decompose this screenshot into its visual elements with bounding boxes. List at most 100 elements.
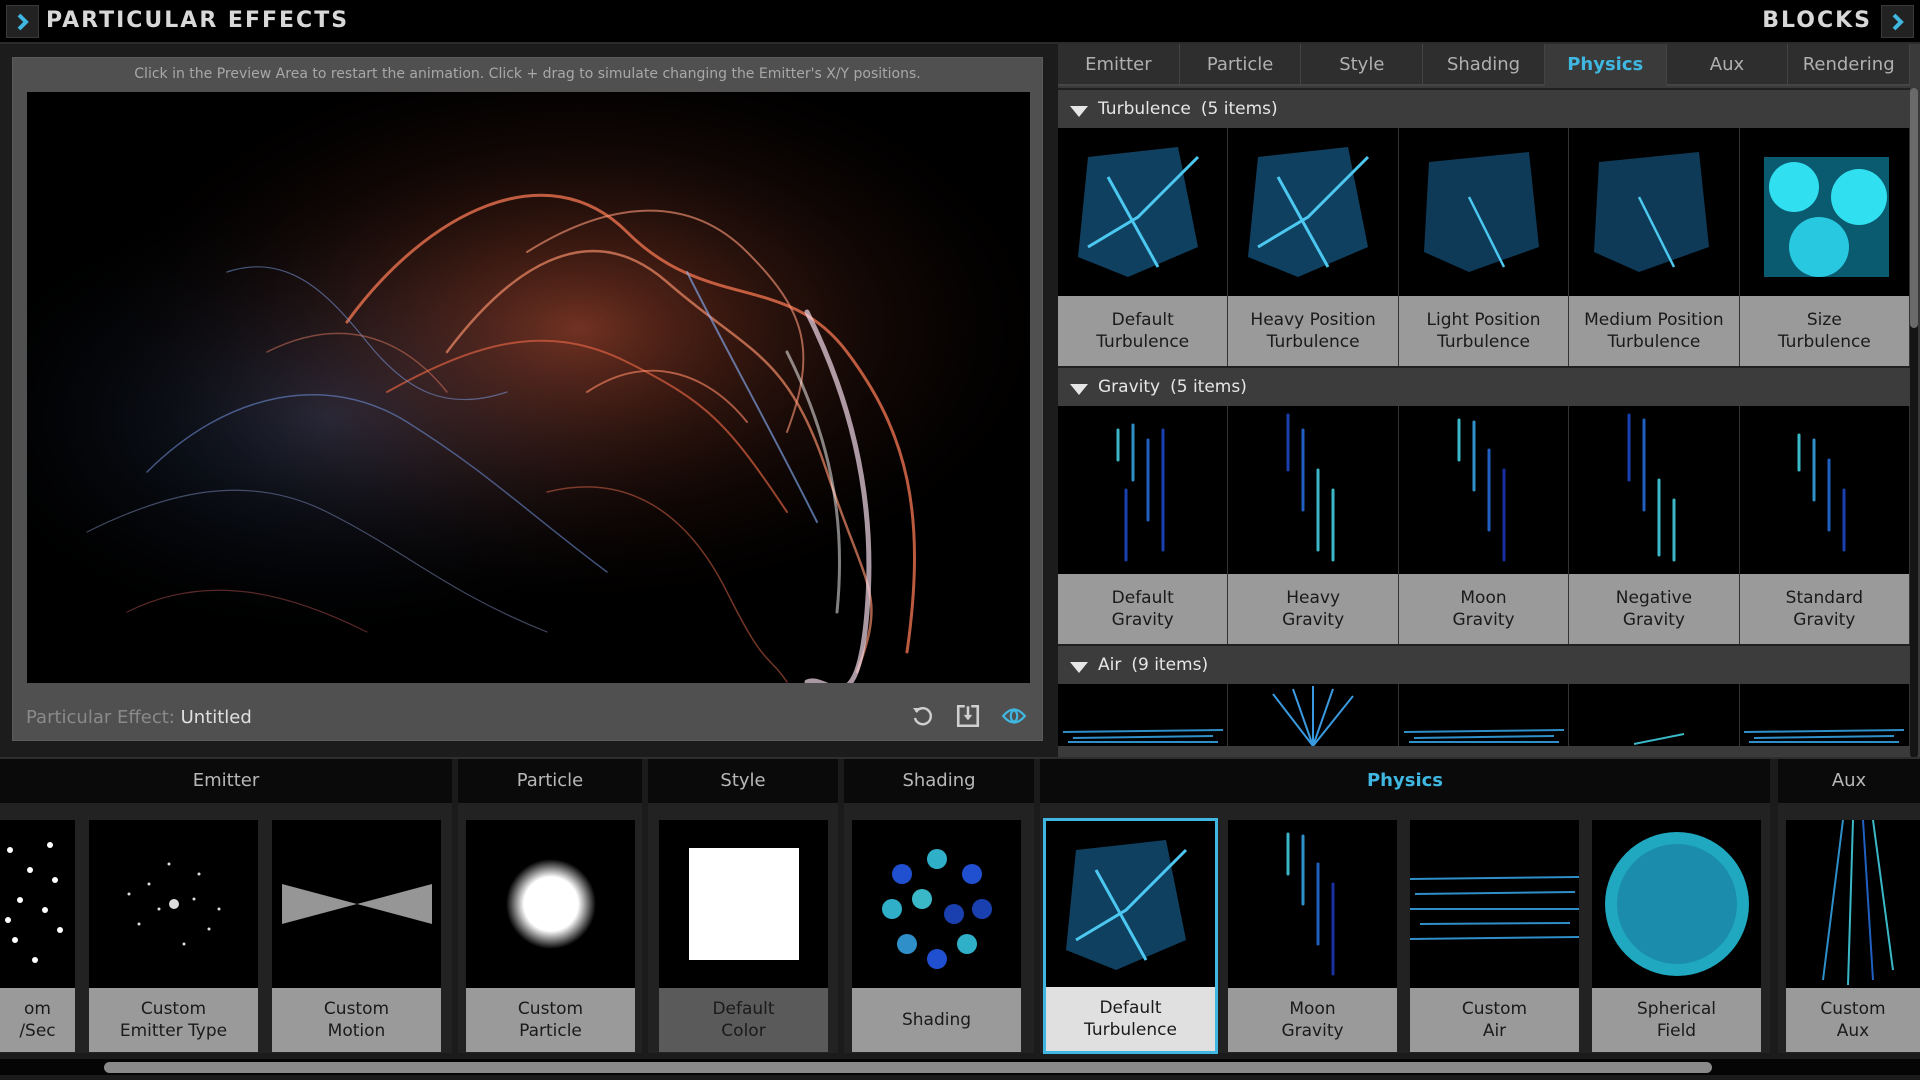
air-thumbnail <box>1228 684 1398 746</box>
strip-group-aux[interactable]: Aux <box>1778 759 1920 803</box>
block-tile[interactable]: Size Turbulence <box>1739 128 1910 366</box>
strip-group-emitter[interactable]: Emitter <box>0 759 452 803</box>
collapse-triangle-icon <box>1070 105 1088 117</box>
gravity-thumbnail <box>1228 820 1397 988</box>
gravity-thumbnail <box>1228 406 1398 574</box>
strip-tile[interactable]: Shading <box>852 820 1021 1052</box>
block-label: Custom Aux <box>1786 988 1920 1052</box>
block-tile[interactable]: Heavy Gravity <box>1228 406 1399 644</box>
strip-tile[interactable]: Custom Air <box>1410 820 1579 1052</box>
particle-thumbnail <box>466 820 635 988</box>
block-label: Custom Motion <box>272 988 441 1052</box>
restart-icon[interactable] <box>908 702 936 730</box>
strip-tile[interactable]: Custom Particle <box>466 820 635 1052</box>
strip-tile-selected[interactable]: Default Turbulence <box>1043 818 1218 1054</box>
chevron-right-icon <box>17 13 29 30</box>
expand-effects-button[interactable] <box>6 5 39 38</box>
gravity-thumbnail <box>1398 406 1569 574</box>
aux-thumbnail <box>1786 820 1920 988</box>
strip-group-physics[interactable]: Physics <box>1040 759 1770 803</box>
air-thumbnail <box>1739 684 1910 746</box>
block-tile[interactable]: Standard Gravity <box>1739 406 1910 644</box>
block-tile[interactable]: Moon Gravity <box>1398 406 1570 644</box>
strip-tile[interactable]: Custom Motion <box>272 820 441 1052</box>
section-header-gravity[interactable]: Gravity (5 items) <box>1058 366 1910 406</box>
section-count: (5 items) <box>1200 99 1278 119</box>
block-label: Shading <box>852 988 1021 1052</box>
save-icon[interactable] <box>954 702 982 730</box>
effect-name-value: Untitled <box>180 707 252 728</box>
block-label: Spherical Field <box>1592 988 1761 1052</box>
tab-style[interactable]: Style <box>1301 44 1424 86</box>
strip-group-shading[interactable]: Shading <box>844 759 1034 803</box>
air-thumbnail <box>1410 820 1579 988</box>
emitter-thumbnail <box>0 820 75 988</box>
turbulence-thumbnail <box>1046 821 1215 989</box>
air-thumbnail <box>1398 684 1569 746</box>
tab-particle[interactable]: Particle <box>1179 44 1302 86</box>
block-tile[interactable] <box>1228 684 1399 746</box>
section-header-air[interactable]: Air (9 items) <box>1058 644 1910 684</box>
tab-emitter[interactable]: Emitter <box>1058 44 1180 86</box>
air-thumbnail <box>1058 684 1228 746</box>
strip-group-headers: Emitter Particle Style Shading Physics A… <box>0 759 1920 803</box>
block-tile[interactable]: Light Position Turbulence <box>1398 128 1570 366</box>
section-title: Gravity <box>1098 377 1161 397</box>
strip-tile[interactable]: Spherical Field <box>1592 820 1761 1052</box>
blocks-panel: Emitter Particle Style Shading Physics A… <box>1058 44 1920 760</box>
turbulence-thumbnail <box>1058 128 1228 296</box>
turbulence-thumbnail <box>1228 128 1398 296</box>
spherical-field-thumbnail <box>1592 820 1761 988</box>
strip-tile[interactable]: Custom Emitter Type <box>89 820 258 1052</box>
strip-group-style[interactable]: Style <box>648 759 838 803</box>
block-tile[interactable]: Medium Position Turbulence <box>1569 128 1740 366</box>
strip-tile[interactable]: Custom Aux <box>1786 820 1920 1052</box>
visibility-icon[interactable] <box>1000 702 1028 730</box>
air-thumbnail <box>1569 684 1739 746</box>
collapse-triangle-icon <box>1070 661 1088 673</box>
block-tile[interactable] <box>1569 684 1740 746</box>
strip-tile[interactable]: Moon Gravity <box>1228 820 1397 1052</box>
emitter-type-thumbnail <box>89 820 258 988</box>
preview-area[interactable] <box>27 92 1030 683</box>
shading-thumbnail <box>852 820 1021 988</box>
block-label: Default Turbulence <box>1058 296 1228 366</box>
block-tile[interactable] <box>1058 684 1229 746</box>
strip-tile[interactable]: om/Sec <box>0 820 75 1052</box>
tab-physics[interactable]: Physics <box>1544 44 1667 86</box>
tab-rendering[interactable]: Rendering <box>1788 44 1911 86</box>
block-tile[interactable]: Default Turbulence <box>1058 128 1229 366</box>
block-tile[interactable]: Heavy Position Turbulence <box>1228 128 1399 366</box>
section-header-turbulence[interactable]: Turbulence (5 items) <box>1058 88 1910 128</box>
strip-group-particle[interactable]: Particle <box>458 759 642 803</box>
gravity-row: Default Gravity Heavy Gravity Moon Gravity … <box>1058 406 1910 644</box>
motion-thumbnail <box>272 820 441 988</box>
effect-name: Particular Effect: Untitled <box>26 707 252 728</box>
block-tile[interactable] <box>1739 684 1910 746</box>
gravity-thumbnail <box>1569 406 1739 574</box>
strip-scrollbar[interactable] <box>0 1059 1920 1075</box>
turbulence-row: Default Turbulence Heavy Position Turbulen… <box>1058 128 1910 366</box>
gravity-thumbnail <box>1739 406 1910 574</box>
gravity-thumbnail <box>1058 406 1228 574</box>
blocks-scrollbar-thumb[interactable] <box>1910 88 1918 328</box>
preview-panel: Click in the Preview Area to restart the… <box>12 57 1043 741</box>
tab-aux[interactable]: Aux <box>1666 44 1789 86</box>
air-row <box>1058 684 1910 746</box>
expand-blocks-button[interactable] <box>1881 5 1914 38</box>
block-tile[interactable] <box>1398 684 1570 746</box>
top-bar: PARTICULAR EFFECTS BLOCKS <box>0 0 1920 44</box>
blocks-scrollbar[interactable] <box>1910 88 1918 758</box>
block-label: Size Turbulence <box>1739 296 1910 366</box>
tab-shading[interactable]: Shading <box>1423 44 1545 86</box>
block-label: Standard Gravity <box>1739 574 1910 644</box>
turbulence-thumbnail <box>1398 128 1569 296</box>
block-label: Default Turbulence <box>1046 987 1215 1051</box>
app-title: PARTICULAR EFFECTS <box>46 8 350 33</box>
strip-tile[interactable]: Default Color <box>659 820 828 1052</box>
block-label: Custom Particle <box>466 988 635 1052</box>
block-tile[interactable]: Negative Gravity <box>1569 406 1740 644</box>
section-title: Turbulence <box>1098 99 1191 119</box>
block-tile[interactable]: Default Gravity <box>1058 406 1229 644</box>
strip-scrollbar-thumb[interactable] <box>104 1062 1712 1073</box>
